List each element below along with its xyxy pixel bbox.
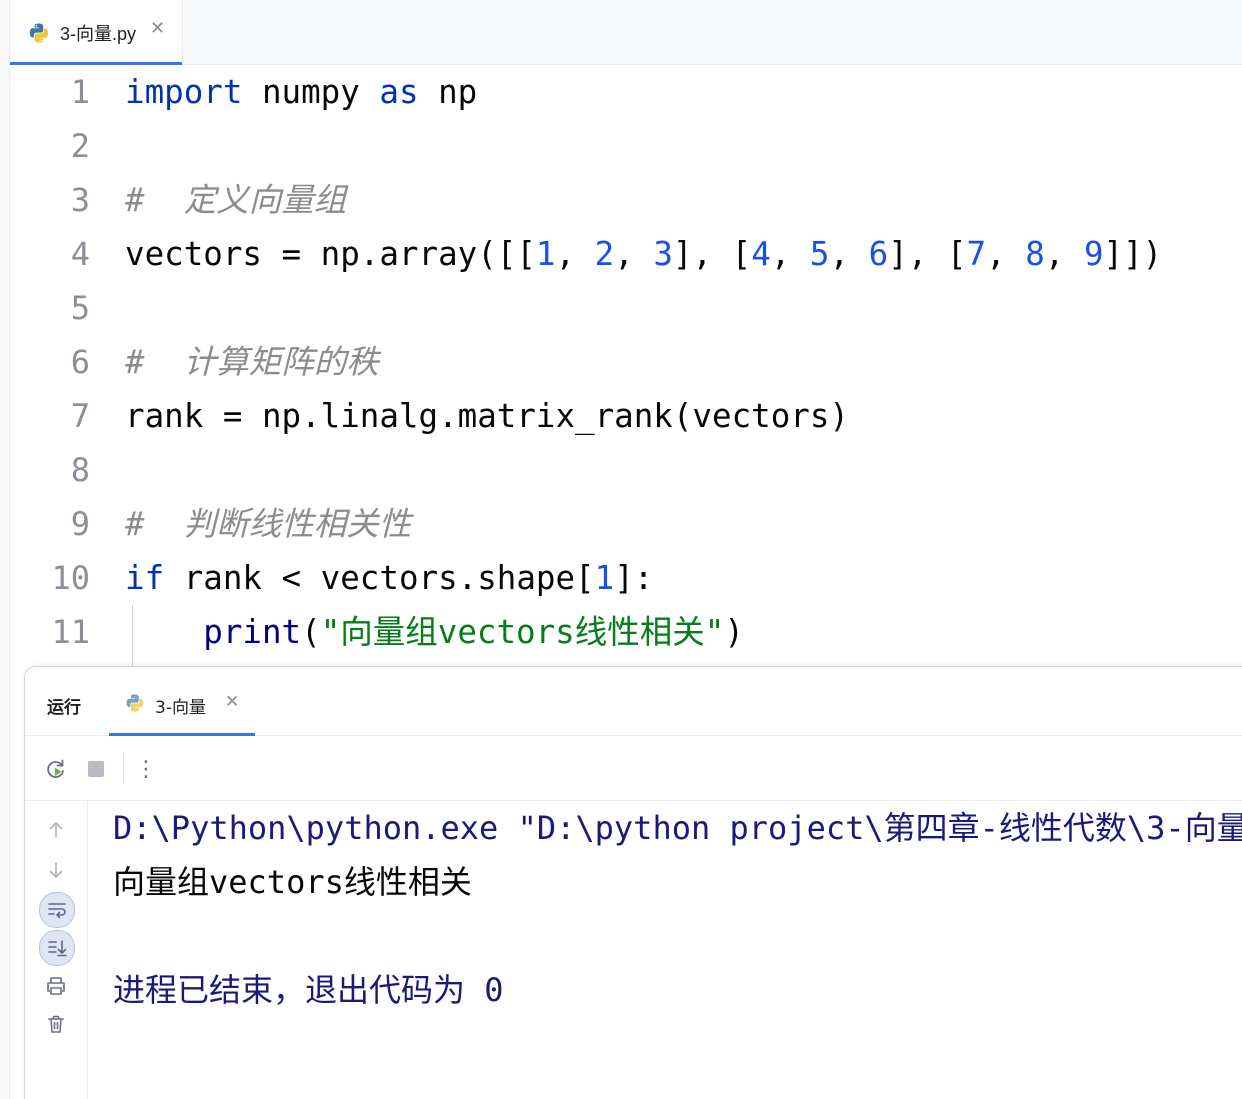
rerun-icon[interactable] (43, 756, 69, 782)
run-tab-label: 3-向量 (155, 698, 206, 718)
line-number: 5 (70, 289, 90, 327)
line-number: 2 (70, 127, 90, 165)
run-header: 运行 3-向量 ✕ (25, 667, 1242, 736)
code-token: ], [ (672, 235, 752, 273)
code-token: 5 (809, 235, 830, 273)
line-number: 11 (51, 613, 90, 651)
console-line: D:\Python\python.exe "D:\python project\… (113, 809, 1242, 847)
line-number-gutter: 1 2 3 4 5 6 7 8 9 10 11 (10, 65, 120, 667)
line-number: 1 (70, 73, 90, 111)
code-token: 7 (966, 235, 987, 273)
arrow-up-icon[interactable] (39, 813, 73, 847)
code-token: print (203, 613, 302, 651)
code-token: ]]) (1103, 235, 1163, 273)
code-line[interactable]: if rank < vectors.shape[1]: (125, 551, 653, 605)
line-number: 10 (51, 559, 90, 597)
code-line[interactable]: # 定义向量组 (125, 173, 346, 227)
code-line[interactable]: # 判断线性相关性 (125, 497, 411, 551)
code-token: import (125, 73, 243, 111)
code-token: ]: (614, 559, 654, 597)
line-number: 7 (70, 397, 90, 435)
line-number: 8 (70, 451, 90, 489)
code-token: as (379, 73, 419, 111)
code-token: ], [ (888, 235, 967, 273)
code-token: , (770, 235, 810, 273)
code-token: numpy (242, 73, 380, 111)
code-token: "向量组vectors线性相关" (320, 613, 725, 651)
code-token: 3 (653, 235, 673, 273)
close-icon[interactable]: ✕ (150, 18, 165, 39)
more-options-icon[interactable]: ⋮ (133, 756, 159, 782)
run-toolbar: ⋮ (25, 736, 1242, 801)
code-line[interactable]: vectors = np.array([[1, 2, 3], [4, 5, 6]… (125, 227, 1162, 281)
code-line[interactable]: # 计算矩阵的秩 (125, 335, 379, 389)
arrow-down-icon[interactable] (39, 853, 73, 887)
trash-icon[interactable] (39, 1007, 73, 1041)
code-token: , (986, 235, 1026, 273)
code-token: rank < vectors.shape[ (164, 559, 595, 597)
soft-wrap-icon[interactable] (39, 892, 75, 928)
line-number: 4 (70, 235, 90, 273)
code-token: 6 (868, 235, 889, 273)
python-run-config-icon (126, 694, 144, 712)
editor-tab-label: 3-向量.py (60, 24, 137, 44)
toolbar-separator (123, 754, 124, 782)
code-token: # 计算矩阵的秩 (125, 343, 379, 381)
ide-window: 3-向量.py ✕ 1 2 3 4 5 6 7 8 9 10 11 import numpy as … (0, 0, 1242, 1099)
code-editor[interactable]: 1 2 3 4 5 6 7 8 9 10 11 import numpy as np # 定义向量组 v… (10, 65, 1242, 667)
code-token: , (829, 235, 869, 273)
indent-guide (132, 605, 133, 667)
stop-icon[interactable] (83, 756, 109, 782)
code-token: 9 (1083, 235, 1104, 273)
code-token: , (555, 235, 595, 273)
code-token: 8 (1025, 235, 1045, 273)
console-line: 向量组vectors线性相关 (113, 863, 472, 901)
code-token: ( (301, 613, 321, 651)
code-token: vectors = np.array([[ (125, 235, 536, 273)
print-icon[interactable] (39, 969, 73, 1003)
code-token: 1 (535, 235, 556, 273)
scroll-to-end-icon[interactable] (39, 930, 75, 966)
code-token: rank = np.linalg.matrix_rank(vectors) (125, 397, 849, 435)
code-token: ) (724, 613, 744, 651)
console-line: 进程已结束，退出代码为 0 (113, 971, 504, 1009)
code-line[interactable]: print("向量组vectors线性相关") (125, 605, 744, 659)
python-file-icon (29, 23, 48, 43)
code-token: , (614, 235, 654, 273)
code-token: 2 (594, 235, 615, 273)
run-panel-title: 运行 (47, 698, 81, 718)
code-token: np (418, 73, 478, 111)
line-number: 3 (70, 181, 90, 219)
editor-tab-bar: 3-向量.py ✕ (10, 0, 1242, 65)
console-output[interactable]: D:\Python\python.exe "D:\python project\… (113, 801, 1242, 1099)
left-tool-strip (0, 0, 10, 1099)
code-token: if (125, 559, 165, 597)
code-token: 1 (594, 559, 615, 597)
code-line[interactable]: import numpy as np (125, 65, 477, 119)
line-number: 6 (70, 343, 90, 381)
close-icon[interactable]: ✕ (225, 692, 239, 712)
run-tab-3-vector[interactable]: 3-向量 ✕ (109, 667, 255, 736)
line-number: 9 (70, 505, 90, 543)
code-token: 4 (751, 235, 771, 273)
code-token: # 定义向量组 (125, 181, 347, 219)
editor-tab-3-vector-py[interactable]: 3-向量.py ✕ (10, 0, 183, 65)
code-token: , (1044, 235, 1084, 273)
code-line[interactable]: rank = np.linalg.matrix_rank(vectors) (125, 389, 849, 443)
console-side-toolbar (25, 801, 88, 1099)
run-tool-window: 运行 3-向量 ✕ ⋮ D:\Python\python.exe "D:\pyt… (24, 666, 1242, 1099)
code-token: # 判断线性相关性 (125, 505, 412, 543)
